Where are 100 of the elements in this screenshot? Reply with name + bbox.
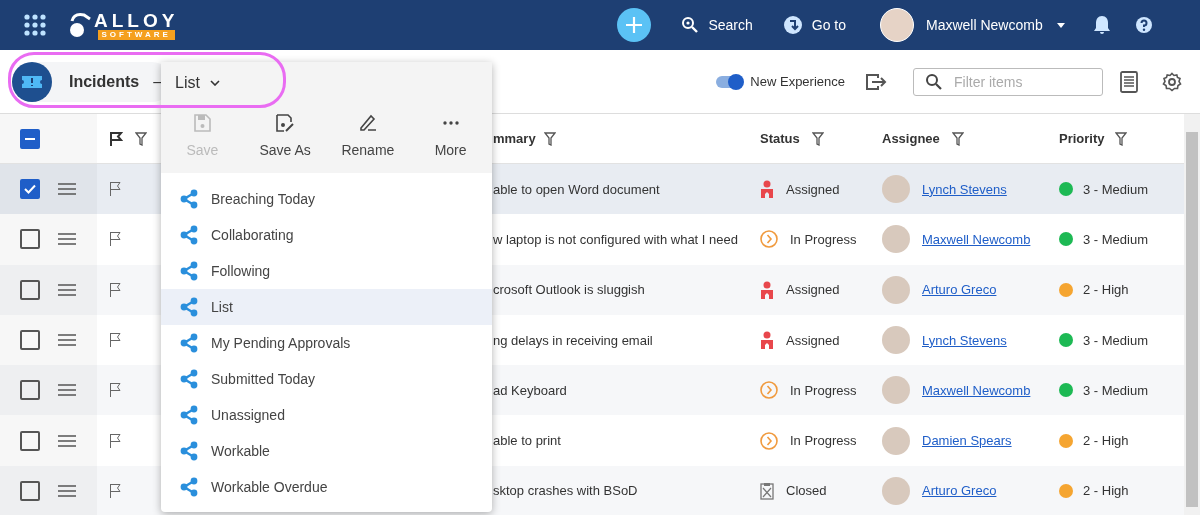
status-text: Assigned: [786, 282, 840, 298]
chevron-down-icon: [209, 80, 220, 86]
chevron-circle-icon: [760, 230, 778, 249]
assignee-link[interactable]: Lynch Stevens: [922, 181, 1007, 197]
add-button[interactable]: [617, 8, 652, 42]
column-header[interactable]: mmary: [493, 131, 536, 146]
priority-text: 3 - Medium: [1083, 231, 1149, 247]
row-checkbox[interactable]: [20, 480, 40, 501]
person-icon: [760, 280, 774, 299]
search-icon: [681, 16, 700, 34]
view-menu-item[interactable]: Breaching Today: [161, 181, 492, 217]
share-icon: [179, 441, 199, 461]
summary-cell: able to open Word document: [493, 181, 660, 197]
column-header[interactable]: Assignee: [882, 131, 940, 146]
assignee-link[interactable]: Arturo Greco: [922, 483, 997, 499]
menu-icon[interactable]: [58, 384, 76, 397]
view-action-button[interactable]: Rename: [326, 104, 410, 173]
row-checkbox[interactable]: [20, 430, 40, 451]
menu-icon[interactable]: [58, 484, 76, 497]
pencil-icon: [358, 114, 377, 132]
view-menu-item[interactable]: Workable Overdue: [161, 469, 492, 505]
user-avatar[interactable]: [880, 8, 914, 42]
filter-field[interactable]: Filter items: [913, 67, 1103, 96]
assignee-link[interactable]: Maxwell Newcomb: [922, 231, 1031, 247]
view-menu-item[interactable]: My Pending Approvals: [161, 325, 492, 361]
filter-icon[interactable]: [543, 131, 556, 146]
filter-icon[interactable]: [811, 131, 824, 146]
assignee-link[interactable]: Damien Spears: [922, 433, 1012, 449]
check-icon: [24, 184, 36, 195]
share-icon: [179, 225, 199, 245]
column-header[interactable]: Status: [760, 131, 800, 146]
view-menu-item[interactable]: Submitted Today: [161, 361, 492, 397]
plus-icon: [625, 16, 644, 34]
row-checkbox[interactable]: [20, 229, 40, 250]
avatar: [882, 275, 910, 304]
menu-icon[interactable]: [58, 334, 76, 347]
status-text: Assigned: [786, 332, 840, 348]
summary-cell: ad Keyboard: [493, 382, 567, 398]
settings-icon[interactable]: [1162, 71, 1182, 92]
assignee-link[interactable]: Maxwell Newcomb: [922, 382, 1031, 398]
assignee-link[interactable]: Lynch Stevens: [922, 332, 1007, 348]
filter-icon[interactable]: [1114, 131, 1127, 146]
avatar: [882, 175, 910, 204]
document-icon[interactable]: [1120, 70, 1138, 93]
row-checkbox[interactable]: [20, 279, 40, 300]
page-title: Incidents: [69, 72, 140, 91]
share-icon: [179, 405, 199, 425]
filter-icon[interactable]: [951, 131, 964, 146]
share-icon: [179, 333, 199, 353]
flag-icon[interactable]: [109, 482, 122, 499]
status-text: Assigned: [786, 181, 840, 197]
flag-icon[interactable]: [109, 181, 122, 198]
row-checkbox[interactable]: [20, 380, 40, 401]
view-dropdown[interactable]: List: [161, 62, 492, 104]
go-to-button[interactable]: Go to: [782, 15, 846, 35]
assignee-link[interactable]: Arturo Greco: [922, 282, 997, 298]
bell-icon[interactable]: [1092, 15, 1111, 35]
row-checkbox[interactable]: [20, 179, 40, 200]
view-action-button[interactable]: More: [409, 104, 492, 173]
filter-icon[interactable]: [135, 131, 147, 146]
select-all-checkbox[interactable]: [20, 128, 40, 149]
summary-cell: sktop crashes with BSoD: [493, 483, 638, 499]
share-icon: [179, 297, 199, 317]
flag-icon[interactable]: [109, 382, 122, 399]
menu-icon[interactable]: [58, 434, 76, 447]
priority-text: 2 - High: [1083, 282, 1129, 298]
avatar: [882, 225, 910, 254]
ticket-icon: [12, 61, 52, 102]
share-icon: [179, 261, 199, 281]
flag-icon[interactable]: [109, 231, 122, 248]
summary-cell: ng delays in receiving email: [493, 332, 653, 348]
scrollbar[interactable]: [1184, 114, 1200, 515]
share-icon: [179, 189, 199, 209]
view-menu-item[interactable]: Unassigned: [161, 397, 492, 433]
view-menu-item[interactable]: Collaborating: [161, 217, 492, 253]
priority-text: 3 - Medium: [1083, 181, 1149, 197]
apps-grid-icon[interactable]: [24, 14, 46, 36]
flag-icon[interactable]: [109, 332, 122, 349]
status-text: In Progress: [790, 382, 857, 398]
menu-icon[interactable]: [58, 283, 76, 296]
help-icon[interactable]: [1134, 16, 1153, 34]
toggle-switch[interactable]: [716, 75, 743, 88]
view-menu-item[interactable]: Workable: [161, 433, 492, 469]
flag-icon[interactable]: [109, 432, 122, 449]
share-icon: [179, 369, 199, 389]
view-action-button[interactable]: Save As: [243, 104, 327, 173]
search-button[interactable]: Search: [681, 16, 753, 34]
view-menu-item[interactable]: List: [161, 289, 492, 325]
logo[interactable]: ALLOY SOFTWARE: [68, 10, 179, 40]
status-text: In Progress: [790, 433, 857, 449]
user-menu-button[interactable]: Maxwell Newcomb: [926, 17, 1065, 33]
view-menu-item[interactable]: Following: [161, 253, 492, 289]
menu-icon[interactable]: [58, 233, 76, 246]
column-header[interactable]: Priority: [1059, 131, 1105, 146]
row-checkbox[interactable]: [20, 330, 40, 351]
menu-icon[interactable]: [58, 183, 76, 196]
export-icon[interactable]: [865, 72, 887, 91]
person-icon: [760, 180, 774, 199]
flag-icon[interactable]: [109, 281, 122, 298]
priority-text: 2 - High: [1083, 483, 1129, 499]
